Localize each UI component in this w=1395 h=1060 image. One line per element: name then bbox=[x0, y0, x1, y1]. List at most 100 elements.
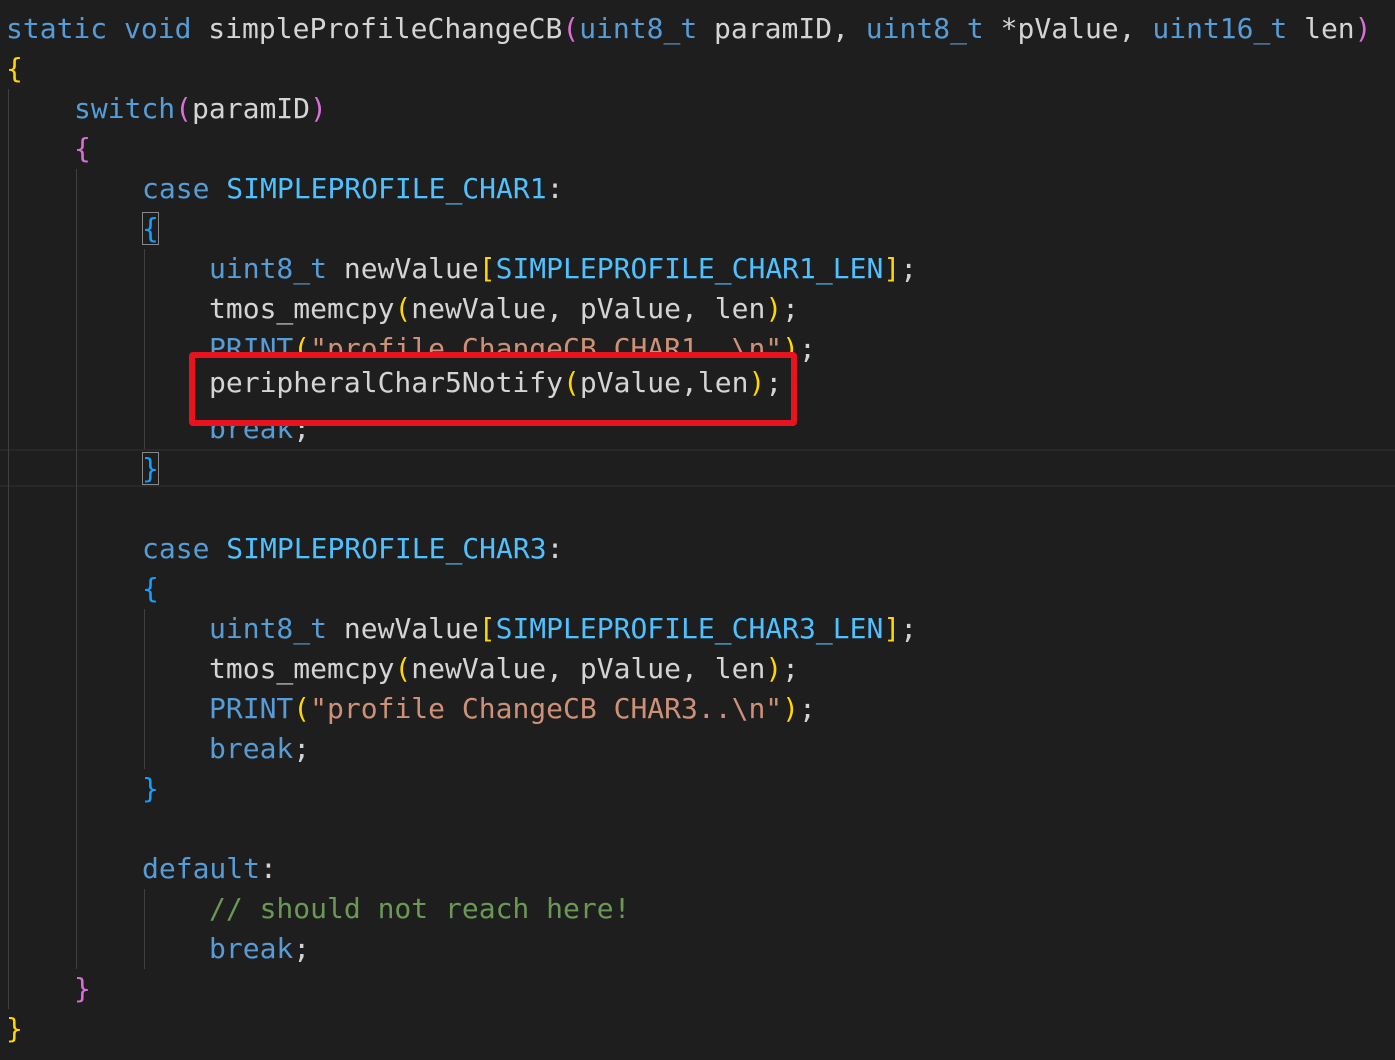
code-line[interactable]: } bbox=[6, 1009, 23, 1049]
current-line-highlight bbox=[0, 449, 1395, 487]
indent-guide bbox=[144, 889, 145, 969]
code-token: newValue bbox=[327, 612, 479, 645]
code-token: ( bbox=[394, 652, 412, 685]
code-token: newValue, pValue, len bbox=[411, 292, 766, 325]
code-token: ) bbox=[765, 652, 783, 685]
code-line-highlighted[interactable]: peripheralChar5Notify(pValue,len); bbox=[209, 363, 782, 403]
code-token: ( bbox=[293, 692, 311, 725]
code-token: switch bbox=[74, 92, 176, 125]
code-line[interactable]: uint8_t newValue[SIMPLEPROFILE_CHAR1_LEN… bbox=[209, 249, 917, 289]
code-line[interactable]: } bbox=[142, 769, 159, 809]
code-line[interactable]: // should not reach here! bbox=[209, 889, 630, 929]
code-token: break bbox=[209, 732, 294, 765]
code-line[interactable]: uint8_t newValue[SIMPLEPROFILE_CHAR3_LEN… bbox=[209, 609, 917, 649]
code-token: "profile ChangeCB CHAR3..\n" bbox=[310, 692, 783, 725]
code-token: ; bbox=[293, 732, 311, 765]
code-token: : bbox=[546, 532, 564, 565]
code-token: paramID bbox=[192, 92, 311, 125]
code-token: ) bbox=[765, 292, 783, 325]
code-token: [ bbox=[478, 252, 496, 285]
code-token: ; bbox=[799, 692, 816, 725]
code-token: SIMPLEPROFILE_CHAR1 bbox=[226, 172, 547, 205]
code-editor[interactable]: static void simpleProfileChangeCB(uint8_… bbox=[0, 0, 1395, 1060]
code-token: case bbox=[142, 172, 210, 205]
code-token: : bbox=[546, 172, 564, 205]
code-token: ; bbox=[765, 366, 783, 399]
code-token: uint8_t bbox=[209, 252, 328, 285]
code-token: simpleProfileChangeCB bbox=[191, 12, 563, 45]
code-token: PRINT bbox=[209, 692, 294, 725]
code-line[interactable]: } bbox=[74, 969, 91, 1009]
code-line[interactable]: } bbox=[142, 449, 159, 489]
code-token: // should not reach here! bbox=[209, 892, 631, 925]
code-token: ( bbox=[562, 12, 580, 45]
code-token: ) bbox=[310, 92, 327, 125]
code-line[interactable]: { bbox=[142, 569, 159, 609]
code-token: { bbox=[6, 52, 23, 85]
code-token: ) bbox=[748, 366, 766, 399]
code-token: peripheralChar5Notify bbox=[209, 366, 564, 399]
code-line[interactable]: { bbox=[6, 49, 23, 89]
code-token: } bbox=[142, 452, 159, 485]
code-token: static bbox=[6, 12, 108, 45]
code-token: ) bbox=[782, 692, 800, 725]
code-token: break bbox=[209, 932, 294, 965]
code-line[interactable]: tmos_memcpy(newValue, pValue, len); bbox=[209, 649, 799, 689]
code-token: uint8_t bbox=[579, 12, 698, 45]
code-token: } bbox=[142, 772, 159, 805]
code-token: ( bbox=[175, 92, 193, 125]
code-token: ] bbox=[883, 252, 901, 285]
code-token: paramID, bbox=[697, 12, 866, 45]
code-token: case bbox=[142, 532, 210, 565]
code-line[interactable]: tmos_memcpy(newValue, pValue, len); bbox=[209, 289, 799, 329]
code-line[interactable]: default: bbox=[142, 849, 277, 889]
code-token: : bbox=[260, 852, 277, 885]
code-token: ] bbox=[883, 612, 901, 645]
code-line[interactable]: break; bbox=[209, 729, 310, 769]
code-token: SIMPLEPROFILE_CHAR1_LEN bbox=[495, 252, 884, 285]
code-token: [ bbox=[478, 612, 496, 645]
code-token: tmos_memcpy bbox=[209, 292, 395, 325]
indent-guide bbox=[76, 169, 77, 969]
code-token: newValue bbox=[327, 252, 479, 285]
code-token: ( bbox=[394, 292, 412, 325]
code-token: ; bbox=[782, 292, 800, 325]
code-token: { bbox=[142, 212, 159, 245]
code-token: uint16_t bbox=[1152, 12, 1288, 45]
code-token: pValue,len bbox=[579, 366, 749, 399]
code-token: ; bbox=[900, 252, 918, 285]
code-token: { bbox=[74, 132, 91, 165]
code-token: { bbox=[142, 572, 159, 605]
indent-guide bbox=[144, 249, 145, 449]
code-line[interactable]: case SIMPLEPROFILE_CHAR1: bbox=[142, 169, 563, 209]
code-line[interactable]: case SIMPLEPROFILE_CHAR3: bbox=[142, 529, 563, 569]
code-token: } bbox=[6, 1012, 23, 1045]
code-token: tmos_memcpy bbox=[209, 652, 395, 685]
code-token: ; bbox=[799, 332, 816, 365]
indent-guide bbox=[8, 89, 9, 1009]
indent-guide bbox=[144, 609, 145, 769]
code-token: default bbox=[142, 852, 261, 885]
code-token: *pValue, bbox=[983, 12, 1153, 45]
code-token: ( bbox=[563, 366, 580, 399]
code-token: uint8_t bbox=[209, 612, 328, 645]
code-line[interactable]: { bbox=[142, 209, 159, 249]
code-token: } bbox=[74, 972, 91, 1005]
code-line[interactable]: switch(paramID) bbox=[74, 89, 327, 129]
code-line[interactable]: { bbox=[74, 129, 91, 169]
code-token: SIMPLEPROFILE_CHAR3 bbox=[226, 532, 547, 565]
code-token: ) bbox=[1354, 12, 1372, 45]
code-line[interactable]: break; bbox=[209, 929, 310, 969]
code-token: SIMPLEPROFILE_CHAR3_LEN bbox=[495, 612, 884, 645]
code-token: uint8_t bbox=[865, 12, 984, 45]
code-line[interactable]: static void simpleProfileChangeCB(uint8_… bbox=[6, 9, 1372, 49]
code-token: ; bbox=[900, 612, 918, 645]
code-token: ; bbox=[293, 932, 311, 965]
code-token: void bbox=[124, 12, 192, 45]
highlight-box: peripheralChar5Notify(pValue,len); bbox=[189, 352, 797, 426]
code-line[interactable]: PRINT("profile ChangeCB CHAR3..\n"); bbox=[209, 689, 816, 729]
code-token: ; bbox=[782, 652, 800, 685]
